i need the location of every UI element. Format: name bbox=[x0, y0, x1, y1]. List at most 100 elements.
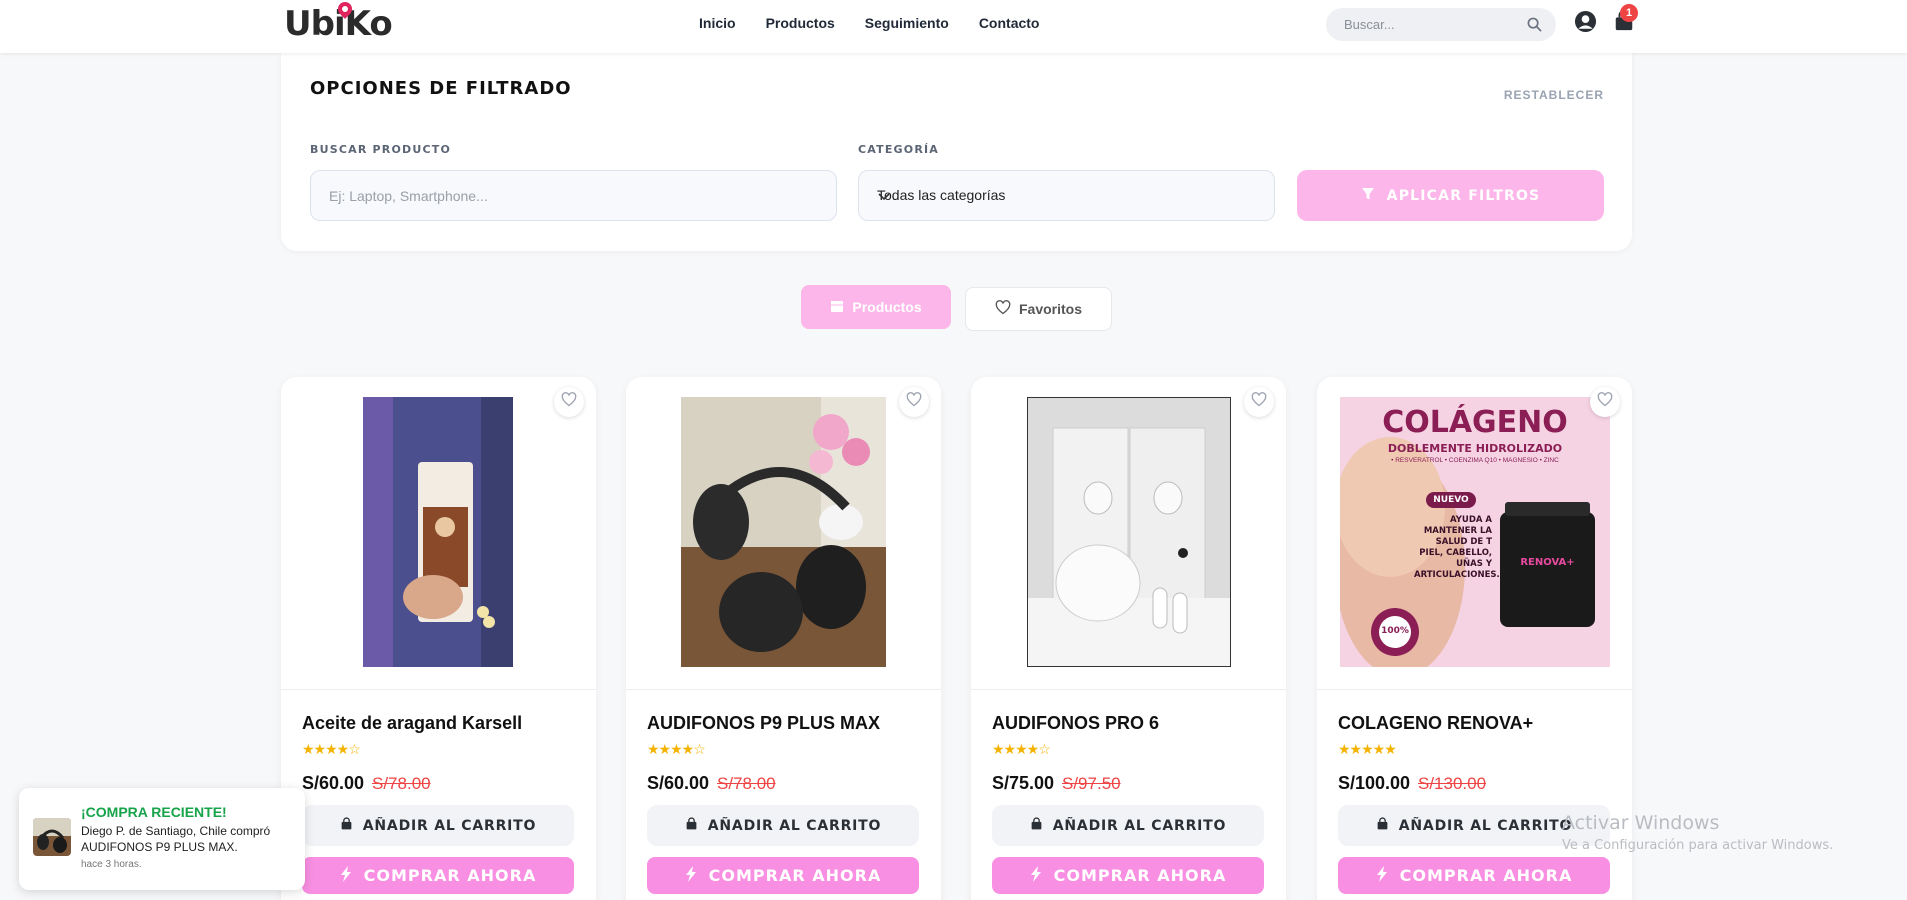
toast-product-thumbnail bbox=[33, 818, 71, 856]
buy-now-button[interactable]: COMPRAR AHORA bbox=[1338, 857, 1610, 894]
toast-time: hace 3 horas. bbox=[81, 859, 142, 870]
product-rating: ★★★★☆ bbox=[992, 741, 1051, 758]
lightning-bolt-icon bbox=[685, 865, 697, 886]
product-name[interactable]: COLAGENO RENOVA+ bbox=[1338, 713, 1533, 734]
add-to-cart-button[interactable]: AÑADIR AL CARRITO bbox=[647, 805, 919, 846]
lightning-bolt-icon bbox=[1376, 865, 1388, 886]
favorite-toggle-button[interactable] bbox=[1590, 387, 1620, 417]
star-empty-icon: ☆ bbox=[1038, 741, 1051, 757]
heart-outline-icon bbox=[561, 392, 577, 412]
product-image-area: COLÁGENO DOBLEMENTE HIDROLIZADO • RESVER… bbox=[1317, 377, 1632, 690]
add-to-cart-button[interactable]: AÑADIR AL CARRITO bbox=[992, 805, 1264, 846]
heart-outline-icon bbox=[1251, 392, 1267, 412]
nav-item-contacto[interactable]: Contacto bbox=[979, 15, 1040, 31]
product-price: S/60.00 bbox=[647, 773, 710, 793]
buy-now-label: COMPRAR AHORA bbox=[1399, 866, 1573, 885]
category-label: CATEGORÍA bbox=[858, 143, 940, 156]
gift-box-icon bbox=[830, 299, 844, 316]
category-select[interactable]: Todas las categorías bbox=[858, 170, 1275, 221]
product-rating: ★★★★☆ bbox=[647, 741, 706, 758]
product-old-price: S/97.50 bbox=[1062, 774, 1121, 793]
product-card[interactable]: Aceite de aragand Karsell ★★★★☆ S/60.00 … bbox=[281, 377, 596, 900]
product-name[interactable]: Aceite de aragand Karsell bbox=[302, 713, 522, 734]
favorite-toggle-button[interactable] bbox=[554, 387, 584, 417]
product-rating: ★★★★☆ bbox=[302, 741, 361, 758]
product-card[interactable]: AUDIFONOS PRO 6 ★★★★☆ S/75.00 S/97.50 AÑ… bbox=[971, 377, 1286, 900]
collagen-image-subtitle: DOBLEMENTE HIDROLIZADO bbox=[1387, 442, 1563, 455]
add-to-cart-label: AÑADIR AL CARRITO bbox=[1398, 817, 1573, 834]
buy-now-label: COMPRAR AHORA bbox=[708, 866, 882, 885]
search-product-label: BUSCAR PRODUCTO bbox=[310, 143, 451, 156]
watermark-subtitle: Ve a Configuración para activar Windows. bbox=[1562, 838, 1834, 853]
product-rating: ★★★★★ bbox=[1338, 741, 1397, 758]
product-image[interactable] bbox=[363, 397, 513, 667]
chevron-down-icon bbox=[877, 189, 1256, 206]
tab-products[interactable]: Productos bbox=[801, 285, 951, 329]
header-search-input[interactable] bbox=[1344, 8, 1514, 41]
main-nav: Inicio Productos Seguimiento Contacto bbox=[699, 15, 1039, 31]
nav-item-inicio[interactable]: Inicio bbox=[699, 15, 736, 31]
windows-activation-watermark: Activar Windows Ve a Configuración para … bbox=[1562, 812, 1833, 853]
product-image[interactable] bbox=[1027, 397, 1231, 667]
product-old-price: S/78.00 bbox=[717, 774, 776, 793]
product-name[interactable]: AUDIFONOS P9 PLUS MAX bbox=[647, 713, 880, 734]
star-filled-icon: ★★★★ bbox=[302, 741, 349, 757]
reset-filters-button[interactable]: RESTABLECER bbox=[1504, 88, 1604, 102]
product-image-area bbox=[281, 377, 596, 690]
watermark-title: Activar Windows bbox=[1562, 812, 1720, 834]
tab-favorites-label: Favoritos bbox=[1018, 301, 1082, 317]
buy-now-label: COMPRAR AHORA bbox=[1053, 866, 1227, 885]
site-header: UbiKo Inicio Productos Seguimiento Conta… bbox=[0, 0, 1907, 53]
buy-now-button[interactable]: COMPRAR AHORA bbox=[992, 857, 1264, 894]
search-icon[interactable] bbox=[1527, 17, 1542, 37]
shopping-bag-icon bbox=[1376, 816, 1389, 835]
header-search bbox=[1326, 8, 1556, 41]
add-to-cart-button[interactable]: AÑADIR AL CARRITO bbox=[302, 805, 574, 846]
shopping-bag-icon bbox=[685, 816, 698, 835]
star-empty-icon: ☆ bbox=[348, 741, 361, 757]
apply-filters-button[interactable]: APLICAR FILTROS bbox=[1297, 170, 1604, 221]
product-old-price: S/78.00 bbox=[372, 774, 431, 793]
product-image[interactable]: COLÁGENO DOBLEMENTE HIDROLIZADO • RESVER… bbox=[1340, 397, 1610, 667]
logo[interactable]: UbiKo bbox=[284, 0, 393, 44]
collagen-image-title: COLÁGENO bbox=[1382, 405, 1568, 440]
collagen-image-seal: 100% bbox=[1381, 626, 1409, 636]
product-price: S/60.00 bbox=[302, 773, 365, 793]
filter-funnel-icon bbox=[1361, 187, 1375, 205]
collagen-image-jar-label: RENOVA+ bbox=[1520, 557, 1575, 568]
filter-panel: OPCIONES DE FILTRADO RESTABLECER BUSCAR … bbox=[281, 53, 1632, 251]
add-to-cart-label: AÑADIR AL CARRITO bbox=[1052, 817, 1227, 834]
shopping-bag-icon bbox=[1030, 816, 1043, 835]
product-price: S/75.00 bbox=[992, 773, 1055, 793]
shopping-bag-icon bbox=[340, 816, 353, 835]
product-old-price: S/130.00 bbox=[1418, 774, 1487, 793]
product-image-area bbox=[626, 377, 941, 690]
buy-now-button[interactable]: COMPRAR AHORA bbox=[302, 857, 574, 894]
cart-count-badge: 1 bbox=[1620, 4, 1638, 22]
collagen-image-badge: NUEVO bbox=[1433, 495, 1469, 505]
tab-favorites[interactable]: Favoritos bbox=[965, 287, 1112, 331]
buy-now-button[interactable]: COMPRAR AHORA bbox=[647, 857, 919, 894]
favorite-toggle-button[interactable] bbox=[1244, 387, 1274, 417]
heart-icon bbox=[995, 300, 1011, 318]
nav-item-seguimiento[interactable]: Seguimiento bbox=[865, 15, 949, 31]
collagen-image-benefit: AYUDA A MANTENER LA SALUD DE T PIEL, CAB… bbox=[1414, 515, 1500, 580]
collagen-image-ingredients: • RESVERATROL • COENZIMA Q10 • MAGNESIO … bbox=[1391, 457, 1559, 464]
product-search-input[interactable] bbox=[310, 170, 837, 221]
user-account-icon[interactable] bbox=[1574, 10, 1597, 38]
favorite-toggle-button[interactable] bbox=[899, 387, 929, 417]
toast-title: ¡COMPRA RECIENTE! bbox=[81, 804, 227, 820]
product-name[interactable]: AUDIFONOS PRO 6 bbox=[992, 713, 1159, 734]
heart-outline-icon bbox=[906, 392, 922, 412]
apply-filters-label: APLICAR FILTROS bbox=[1386, 187, 1541, 204]
add-to-cart-label: AÑADIR AL CARRITO bbox=[707, 817, 882, 834]
product-price: S/100.00 bbox=[1338, 773, 1411, 793]
add-to-cart-label: AÑADIR AL CARRITO bbox=[362, 817, 537, 834]
product-image-area bbox=[971, 377, 1286, 690]
product-image[interactable] bbox=[681, 397, 886, 667]
star-filled-icon: ★★★★ bbox=[647, 741, 694, 757]
product-card[interactable]: AUDIFONOS P9 PLUS MAX ★★★★☆ S/60.00 S/78… bbox=[626, 377, 941, 900]
recent-purchase-toast[interactable]: ¡COMPRA RECIENTE! Diego P. de Santiago, … bbox=[19, 788, 305, 890]
lightning-bolt-icon bbox=[340, 865, 352, 886]
nav-item-productos[interactable]: Productos bbox=[766, 15, 835, 31]
